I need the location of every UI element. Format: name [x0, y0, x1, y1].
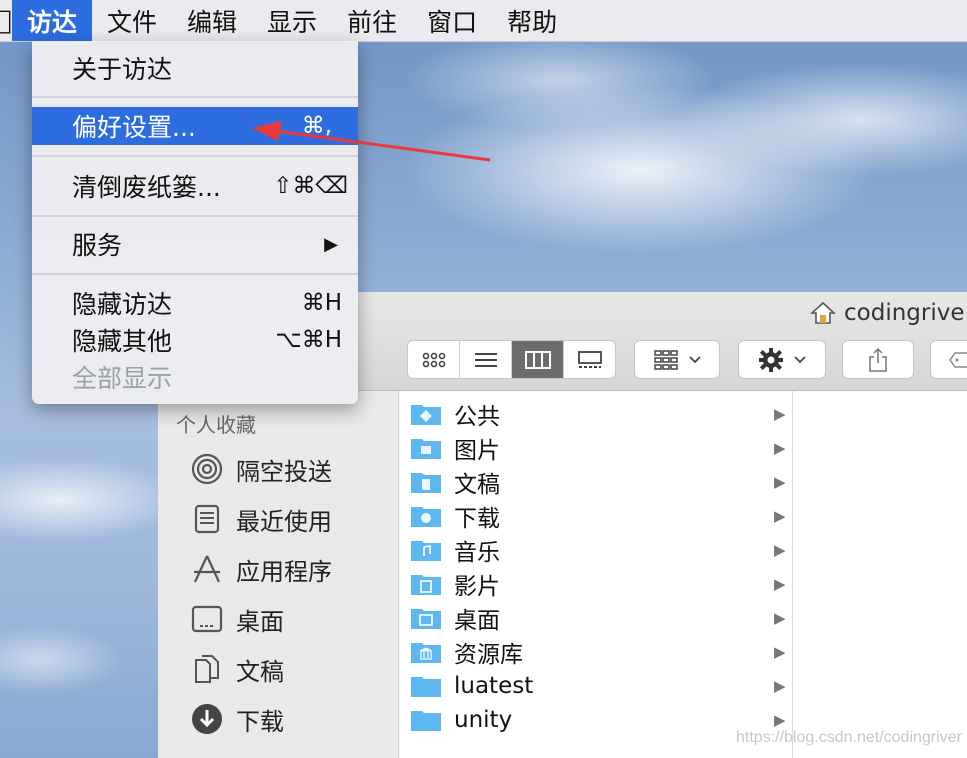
watermark: https://blog.csdn.net/codingriver — [736, 729, 962, 746]
red-arrow-annotation — [252, 121, 491, 162]
